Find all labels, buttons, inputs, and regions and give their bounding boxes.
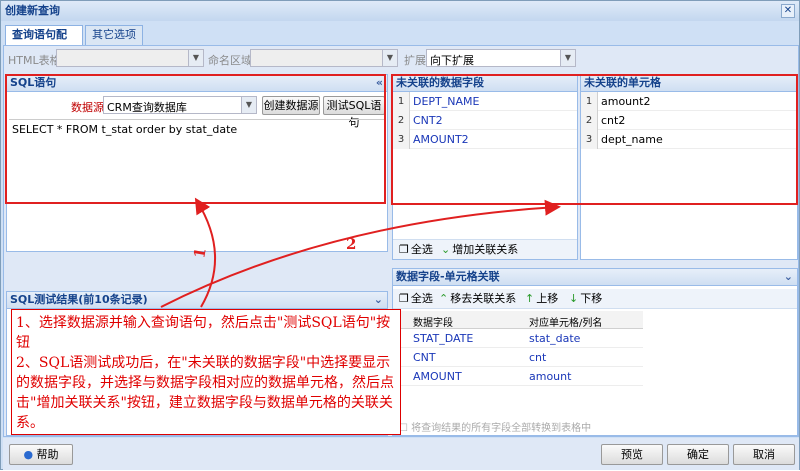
marker-2: 2 [346, 235, 356, 253]
help-label: 帮助 [36, 448, 59, 461]
help-button[interactable]: ● 帮助 [9, 444, 73, 465]
dialog-window: 创建新查询 ✕ 查询语句配置 其它选项 HTML表格 ▼ 命名区域 ▼ 扩展 向… [0, 0, 800, 470]
cancel-button[interactable]: 取消 [733, 444, 795, 465]
annotation-note: 1、选择数据源并输入查询语句，然后点击"测试SQL语句"按钮 2、SQL语测试成… [11, 309, 401, 435]
ok-button[interactable]: 确定 [667, 444, 729, 465]
dialog-footer: ● 帮助 预览 确定 取消 [3, 438, 799, 470]
annotation-text: 1、选择数据源并输入查询语句，然后点击"测试SQL语句"按钮 2、SQL语测试成… [16, 315, 394, 431]
arrow-2 [160, 199, 561, 308]
preview-button[interactable]: 预览 [601, 444, 663, 465]
marker-1: 1 [190, 246, 210, 259]
help-icon: ● [23, 448, 37, 461]
